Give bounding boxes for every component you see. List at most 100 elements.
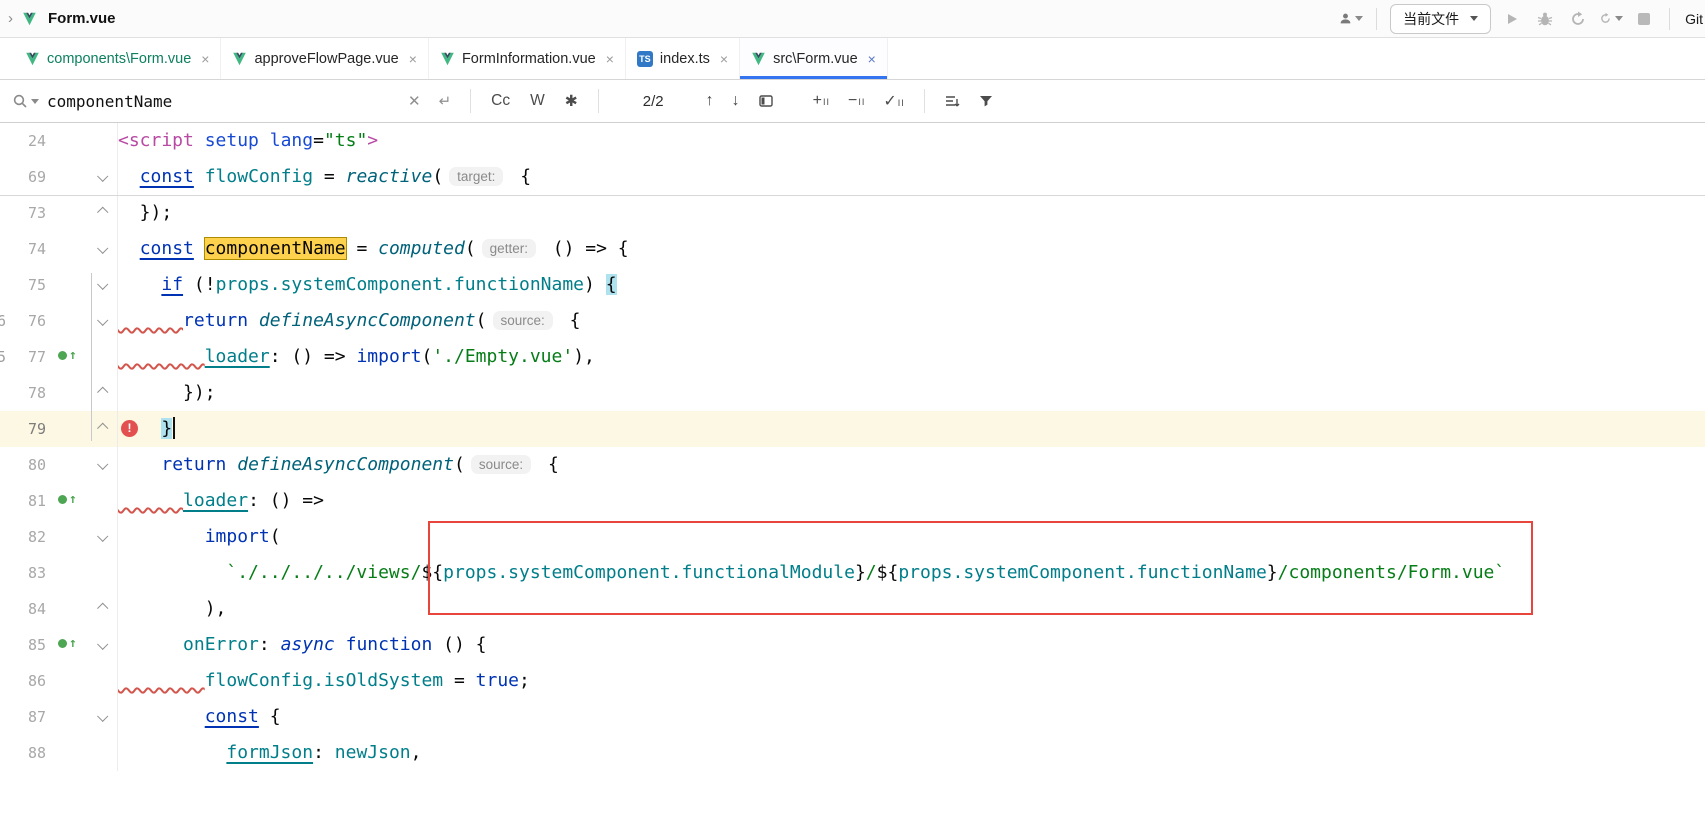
code-line-86[interactable]: 86 flowConfig.isOldSystem = true; — [0, 663, 1705, 699]
previous-occurrence-button[interactable]: ↑ — [706, 92, 714, 110]
clear-search-icon[interactable]: ✕ — [408, 92, 421, 110]
code-line-80[interactable]: 80 return defineAsyncComponent(source: { — [0, 447, 1705, 483]
fold-start-icon[interactable] — [97, 711, 108, 722]
code-line-76[interactable]: 76 return defineAsyncComponent(source: { — [0, 303, 1705, 339]
code-token: = — [443, 670, 476, 691]
fold-start-icon[interactable] — [97, 171, 108, 182]
parameter-hint: target: — [449, 167, 503, 186]
line-number[interactable]: 84 — [0, 591, 46, 627]
code-line-82[interactable]: 82 import( — [0, 519, 1705, 555]
code-token — [335, 634, 346, 655]
code-line-77[interactable]: 77↑ loader: () => import('./Empty.vue'), — [0, 339, 1705, 375]
tab-forminformation-vue[interactable]: FormInformation.vue× — [429, 38, 626, 79]
code-line-73[interactable]: 73 }); — [0, 195, 1705, 231]
close-icon[interactable]: × — [409, 51, 417, 67]
close-icon[interactable]: × — [201, 51, 209, 67]
line-number[interactable]: 77 — [0, 339, 46, 375]
fold-start-icon[interactable] — [97, 459, 108, 470]
fold-end-icon[interactable] — [97, 207, 108, 218]
fold-start-icon[interactable] — [97, 315, 108, 326]
code-token — [118, 634, 183, 655]
line-number[interactable]: 78 — [0, 375, 46, 411]
line-number[interactable]: 73 — [0, 195, 46, 231]
search-icon[interactable] — [12, 93, 39, 109]
code-line-75[interactable]: 75 if (!props.systemComponent.functionNa… — [0, 267, 1705, 303]
add-occurrence-button[interactable]: +II — [813, 92, 830, 110]
line-number[interactable]: 76 — [0, 303, 46, 339]
code-line-24[interactable]: 24<script setup lang="ts"> — [0, 123, 1705, 159]
fold-column — [90, 735, 114, 771]
code-editor[interactable]: 24<script setup lang="ts">69 const flowC… — [0, 123, 1705, 820]
code-line-78[interactable]: 78 }); — [0, 375, 1705, 411]
insert-newline-icon[interactable]: ↵ — [439, 92, 452, 110]
whole-words-toggle[interactable]: W — [530, 92, 545, 110]
find-in-selection-icon[interactable] — [758, 93, 774, 109]
line-number[interactable]: 24 — [0, 123, 46, 159]
line-number[interactable]: 87 — [0, 699, 46, 735]
code-text: const flowConfig = reactive(target: { — [118, 159, 1705, 195]
fold-start-icon[interactable] — [97, 639, 108, 650]
green-up-arrow-icon[interactable]: ↑ — [58, 637, 77, 650]
run-config-selector[interactable]: 当前文件 — [1390, 4, 1491, 34]
fold-start-icon[interactable] — [97, 279, 108, 290]
line-number[interactable]: 83 — [0, 555, 46, 591]
match-case-toggle[interactable]: Cc — [491, 92, 510, 110]
code-line-81[interactable]: 81↑ loader: () => — [0, 483, 1705, 519]
close-icon[interactable]: × — [868, 51, 876, 67]
code-line-83[interactable]: 83 `./../../../views/${props.systemCompo… — [0, 555, 1705, 591]
fold-end-icon[interactable] — [97, 387, 108, 398]
gutter-icon-slot — [46, 519, 90, 555]
line-number[interactable]: 86 — [0, 663, 46, 699]
remove-occurrence-button[interactable]: −II — [848, 92, 865, 110]
green-up-arrow-icon[interactable]: ↑ — [58, 493, 77, 506]
filter-icon[interactable] — [978, 93, 994, 109]
run-with-coverage-button[interactable] — [1566, 7, 1590, 31]
code-line-69[interactable]: 69 const flowConfig = reactive(target: { — [0, 159, 1705, 195]
regex-toggle[interactable]: ✱ — [565, 92, 578, 111]
tab-label: index.ts — [660, 51, 710, 67]
tab-approveflowpage-vue[interactable]: approveFlowPage.vue× — [221, 38, 428, 79]
run-button[interactable] — [1500, 7, 1524, 31]
code-line-87[interactable]: 87 const { — [0, 699, 1705, 735]
code-token: }); — [118, 382, 216, 403]
fold-start-icon[interactable] — [97, 243, 108, 254]
line-number[interactable]: 88 — [0, 735, 46, 771]
next-occurrence-button[interactable]: ↓ — [732, 92, 740, 110]
git-menu[interactable]: Git — [1685, 11, 1703, 27]
search-input[interactable]: componentName — [47, 92, 399, 111]
close-icon[interactable]: × — [720, 51, 728, 67]
code-token: flowConfig — [205, 166, 313, 187]
tab-index-ts[interactable]: TSindex.ts× — [626, 38, 740, 79]
line-number[interactable]: 79 — [0, 411, 46, 447]
line-number[interactable]: 82 — [0, 519, 46, 555]
code-line-79[interactable]: 79 }! — [0, 411, 1705, 447]
fold-start-icon[interactable] — [97, 531, 108, 542]
fold-end-icon[interactable] — [97, 423, 108, 434]
green-up-arrow-icon[interactable]: ↑ — [58, 349, 77, 362]
debug-button[interactable] — [1533, 7, 1557, 31]
user-account-icon[interactable] — [1339, 7, 1363, 31]
error-icon[interactable]: ! — [121, 420, 138, 437]
tab-label: src\Form.vue — [773, 51, 858, 67]
code-line-85[interactable]: 85↑ onError: async function () { — [0, 627, 1705, 663]
breadcrumb-chevron-icon[interactable]: › — [8, 10, 13, 27]
line-number[interactable]: 85 — [0, 627, 46, 663]
line-number[interactable]: 74 — [0, 231, 46, 267]
code-line-88[interactable]: 88 formJson: newJson, — [0, 735, 1705, 771]
line-number[interactable]: 69 — [0, 159, 46, 195]
stop-button[interactable] — [1632, 7, 1656, 31]
line-number[interactable]: 81 — [0, 483, 46, 519]
rerun-button[interactable] — [1599, 7, 1623, 31]
line-number[interactable]: 75 — [0, 267, 46, 303]
line-number[interactable]: 80 — [0, 447, 46, 483]
tab-components-form-vue[interactable]: components\Form.vue× — [14, 38, 221, 79]
select-all-occurrences-button[interactable]: ✓II — [883, 91, 904, 111]
code-line-74[interactable]: 74 const componentName = computed(getter… — [0, 231, 1705, 267]
tab-src-form-vue[interactable]: src\Form.vue × — [740, 38, 888, 79]
fold-end-icon[interactable] — [97, 603, 108, 614]
code-text: } — [118, 411, 1705, 447]
code-line-84[interactable]: 84 ), — [0, 591, 1705, 627]
close-icon[interactable]: × — [606, 51, 614, 67]
code-token: computed — [378, 238, 465, 259]
results-options-icon[interactable] — [944, 93, 960, 109]
